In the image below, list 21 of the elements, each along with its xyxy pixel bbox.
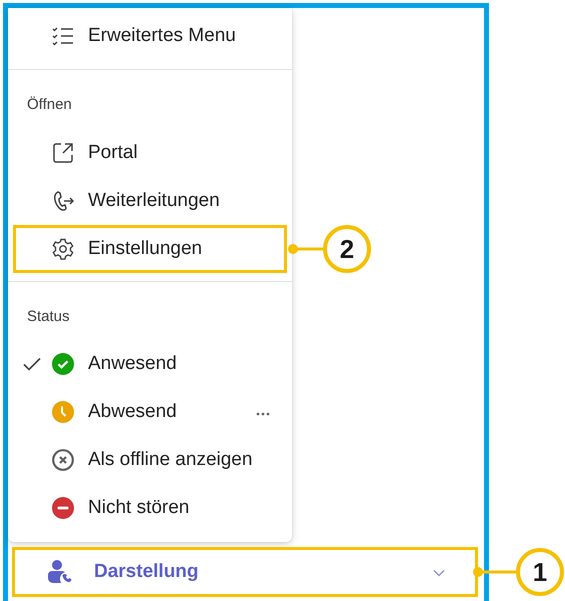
external-link-icon xyxy=(52,142,74,164)
phone-forward-icon xyxy=(52,190,74,212)
settings-icon xyxy=(52,238,74,260)
menu-item[interactable]: Weiterleitungen xyxy=(13,177,287,225)
menu-item[interactable]: Nicht stören xyxy=(13,484,287,532)
menu-item[interactable]: Abwesend xyxy=(13,388,287,436)
leader-line xyxy=(472,566,516,578)
menu-item[interactable]: Als offline anzeigen xyxy=(13,436,287,484)
menu-item[interactable]: Portal xyxy=(13,129,287,177)
chevron-down-icon xyxy=(433,569,445,577)
section-heading: Status xyxy=(27,308,70,324)
menu-item[interactable]: Einstellungen xyxy=(13,225,287,273)
callout-badge: 1 xyxy=(516,548,564,596)
appearance-dropdown[interactable]: Darstellung xyxy=(12,547,478,597)
menu-item[interactable]: Anwesend xyxy=(13,340,287,388)
callout-badge: 2 xyxy=(323,225,371,273)
leader-line xyxy=(287,243,323,255)
menu-item[interactable]: Erweitertes Menu xyxy=(13,10,287,62)
person-icon xyxy=(46,559,72,585)
checklist-icon xyxy=(52,26,74,46)
section-heading: Öffnen xyxy=(27,96,72,112)
